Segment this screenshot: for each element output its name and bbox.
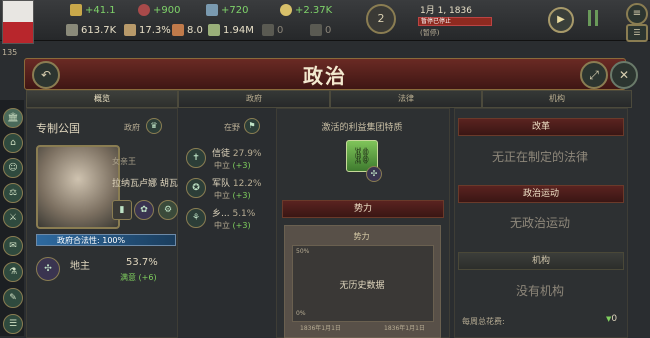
active-traits-header: 激活的利益集团特质 — [321, 123, 403, 133]
tab-government[interactable]: 政府 — [178, 90, 330, 108]
nav-market-icon[interactable]: ⚖ — [3, 183, 23, 203]
nav-outliner-icon[interactable]: ☰ — [3, 314, 23, 334]
opposition-stance: 中立 (+3) — [214, 221, 251, 230]
tab-laws[interactable]: 法律 — [330, 90, 482, 108]
nav-politics-icon[interactable]: 🏛 — [3, 108, 23, 128]
authority-stat[interactable]: +41.1 — [70, 4, 116, 16]
institution-text: 没有机构 — [515, 284, 564, 298]
chart-no-data: 无历史数据 — [339, 281, 385, 291]
tab-overview[interactable]: 概览 — [26, 90, 178, 108]
movement-text: 无政治运动 — [509, 216, 570, 230]
opposition-label: 在野 — [224, 123, 240, 132]
nav-journal-icon[interactable]: ✎ — [3, 288, 23, 308]
party-mood: 满意 (+6) — [120, 273, 157, 282]
nav-buildings-icon[interactable]: ⌂ — [3, 133, 23, 153]
bureaucracy-stat[interactable]: +720 — [206, 4, 248, 16]
close-button[interactable]: ✕ — [610, 61, 638, 89]
reform-header: 改革 — [458, 118, 624, 136]
rural-folk-icon[interactable]: ⚘ — [186, 208, 206, 228]
ruler-party-icon[interactable]: ✿ — [134, 200, 154, 220]
ruler-ideology-icon[interactable]: ⚙ — [158, 200, 178, 220]
back-button[interactable]: ↶ — [32, 61, 60, 89]
speed-icon[interactable] — [588, 10, 598, 26]
party-name: 地主 — [70, 261, 90, 272]
game-speed-bar[interactable]: 暂停已停止 — [418, 17, 492, 26]
authority-icon — [70, 4, 82, 16]
tab-institutions[interactable]: 机构 — [482, 90, 632, 108]
menu-icon[interactable]: ≡ — [626, 3, 648, 25]
pin-button[interactable]: ⤢ — [580, 61, 608, 89]
armed-forces-icon[interactable]: ✪ — [186, 178, 206, 198]
ruler-title: 女亲王 — [112, 157, 136, 166]
navy-icon — [310, 24, 322, 36]
landowners-icon[interactable]: ✣ — [36, 257, 60, 281]
opposition-stance: 中立 (+3) — [214, 161, 251, 170]
chart-y-bottom: 0% — [296, 310, 306, 317]
movement-header: 政治运动 — [458, 185, 624, 203]
population-icon — [208, 24, 220, 36]
influence-icon — [138, 4, 150, 16]
influence-stat[interactable]: +900 — [138, 4, 180, 16]
gdp-stat[interactable]: 613.7K — [66, 24, 116, 36]
navy-stat[interactable]: 0 — [310, 24, 331, 36]
tab-bar: 概览 政府 法律 机构 — [26, 90, 632, 108]
reform-text: 无正在制定的法律 — [491, 150, 588, 164]
army-stat[interactable]: 0 — [262, 24, 283, 36]
gdp-icon — [66, 24, 78, 36]
page-title: 政治 — [303, 64, 347, 88]
institution-header: 机构 — [458, 252, 624, 270]
army-icon — [262, 24, 274, 36]
government-icon[interactable]: ♛ — [146, 118, 162, 134]
party-percent: 53.7% — [126, 257, 158, 268]
legitimacy-bar[interactable]: 政府合法性: 100% — [36, 234, 176, 246]
weekly-cost-label: 每周总花费: — [462, 317, 505, 326]
sol-stat[interactable]: 8.0 — [172, 24, 203, 36]
ruler-name: 拉纳瓦卢娜 胡瓦 — [112, 179, 178, 189]
bureaucracy-icon — [206, 4, 218, 16]
trait-owner-icon: ✣ — [366, 166, 382, 182]
play-button[interactable]: ▶ — [548, 7, 574, 33]
chart-x-label-start: 1836年1月1日 — [300, 325, 341, 332]
weekly-cost: ▼0 — [606, 314, 618, 324]
side-counter: 135 — [2, 48, 18, 57]
sol-icon — [172, 24, 184, 36]
outliner-icon[interactable]: ☰ — [626, 24, 648, 42]
population-stat[interactable]: 1.94M — [208, 24, 254, 36]
chart-y-top: 50% — [296, 248, 310, 255]
opposition-item[interactable]: 军队 12.2% — [212, 176, 261, 189]
money-stat[interactable]: +2.37K — [280, 4, 332, 16]
power-header: 势力 — [282, 200, 444, 218]
nav-tech-icon[interactable]: ⚗ — [3, 262, 23, 282]
nav-diplomacy-icon[interactable]: ✉ — [3, 236, 23, 256]
money-icon — [280, 4, 292, 16]
chart-title: 势力 — [353, 232, 370, 241]
notifications-button[interactable]: 2 — [366, 4, 396, 34]
pause-status: (暂停) — [420, 29, 440, 37]
chart-x-label-end: 1836年1月1日 — [384, 325, 425, 332]
game-date: 1月 1, 1836 — [420, 6, 472, 16]
devout-icon[interactable]: ✝ — [186, 148, 206, 168]
country-flag[interactable] — [2, 0, 34, 44]
literacy-icon — [124, 24, 136, 36]
government-type: 专制公国 — [36, 122, 80, 135]
ruler-trait-icon[interactable]: ▮ — [112, 200, 132, 220]
opposition-stance: 中立 (+3) — [214, 191, 251, 200]
nav-military-icon[interactable]: ⚔ — [3, 208, 23, 228]
literacy-stat[interactable]: 17.3% — [124, 24, 171, 36]
opposition-icon[interactable]: ⚑ — [244, 118, 260, 134]
opposition-item[interactable]: 信徒 27.9% — [212, 146, 261, 159]
ruler-portrait[interactable] — [36, 145, 120, 229]
opposition-item[interactable]: 乡... 5.1% — [212, 206, 255, 219]
government-label: 政府 — [124, 123, 140, 132]
nav-population-icon[interactable]: ☺ — [3, 158, 23, 178]
